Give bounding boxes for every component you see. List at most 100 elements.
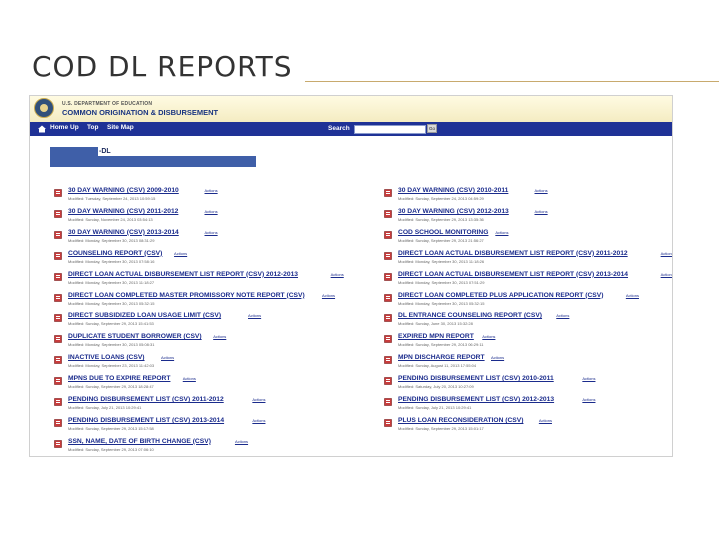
report-actions-link[interactable]: Actions: [535, 209, 548, 214]
report-actions-link[interactable]: Actions: [482, 334, 495, 339]
report-actions-link[interactable]: Actions: [535, 188, 548, 193]
report-entry: COUNSELING REPORT (CSV) Actions Modified…: [54, 250, 354, 272]
report-link[interactable]: 30 DAY WARNING (CSV) 2013-2014: [68, 229, 179, 236]
nav-sitemap-link[interactable]: Site Map: [107, 124, 134, 131]
nav-up-link[interactable]: Up: [70, 124, 79, 131]
report-link[interactable]: DUPLICATE STUDENT BORROWER (CSV): [68, 333, 202, 340]
report-link[interactable]: DIRECT LOAN ACTUAL DISBURSEMENT LIST REP…: [68, 271, 298, 278]
report-link[interactable]: DIRECT LOAN COMPLETED PLUS APPLICATION R…: [398, 292, 603, 299]
report-modified-date: Modified: Sunday, July 21, 2013 10:29:41: [398, 405, 472, 410]
report-modified-date: Modified: Monday, September 30, 2013 11:…: [68, 279, 155, 285]
report-actions-link[interactable]: Actions: [556, 313, 569, 318]
report-link[interactable]: SSN, NAME, DATE OF BIRTH CHANGE (CSV): [68, 438, 211, 445]
report-actions-link[interactable]: Actions: [161, 355, 174, 360]
report-doc-icon: [54, 398, 62, 406]
report-entry: PENDING DISBURSEMENT LIST (CSV) 2012-201…: [384, 396, 672, 418]
report-link[interactable]: DIRECT LOAN ACTUAL DISBURSEMENT LIST REP…: [398, 271, 628, 278]
report-actions-link[interactable]: Actions: [213, 334, 226, 339]
department-name: U.S. DEPARTMENT OF EDUCATION: [62, 101, 153, 107]
report-link[interactable]: DL ENTRANCE COUNSELING REPORT (CSV): [398, 312, 542, 319]
slide-title: COD DL REPORTS: [32, 50, 293, 83]
report-link[interactable]: 30 DAY WARNING (CSV) 2010-2011: [398, 187, 508, 194]
report-entry: DUPLICATE STUDENT BORROWER (CSV) Actions…: [54, 333, 354, 355]
report-actions-link[interactable]: Actions: [174, 251, 187, 256]
report-entry: DIRECT LOAN COMPLETED PLUS APPLICATION R…: [384, 292, 672, 314]
report-modified-date: Modified: Monday, September 30, 2013 05:…: [68, 342, 155, 348]
report-modified-date: Modified: Sunday, September 29, 2013 15:…: [68, 425, 154, 431]
search-label: Search: [328, 125, 350, 132]
report-link[interactable]: INACTIVE LOANS (CSV): [68, 354, 145, 361]
report-modified-date: Modified: Monday, September 30, 2013 05:…: [398, 300, 485, 306]
report-modified-date: Modified: Monday, September 30, 2013 05:…: [68, 300, 155, 306]
report-actions-link[interactable]: Actions: [205, 230, 218, 235]
report-actions-link[interactable]: Actions: [248, 313, 261, 318]
report-modified-date: Modified: Sunday, September 29, 2013 15:…: [398, 425, 484, 431]
report-actions-link[interactable]: Actions: [322, 293, 335, 298]
report-doc-icon: [384, 210, 392, 218]
report-modified-date: Modified: Sunday, June 30, 2013 15:32:28: [398, 321, 473, 327]
report-actions-link[interactable]: Actions: [252, 397, 265, 402]
report-link[interactable]: 30 DAY WARNING (CSV) 2009-2010: [68, 187, 179, 194]
report-doc-icon: [384, 293, 392, 302]
report-doc-icon: [384, 251, 392, 260]
nav-home-link[interactable]: Home: [50, 124, 68, 131]
report-link[interactable]: MPNS DUE TO EXPIRE REPORT: [68, 375, 170, 382]
report-doc-icon: [54, 293, 62, 302]
report-entry: 30 DAY WARNING (CSV) 2011-2012 Actions M…: [54, 208, 354, 230]
report-doc-icon: [54, 377, 62, 385]
report-link[interactable]: MPN DISCHARGE REPORT: [398, 354, 485, 361]
cod-website-screenshot: U.S. DEPARTMENT OF EDUCATION COMMON ORIG…: [29, 95, 673, 457]
report-entry: PENDING DISBURSEMENT LIST (CSV) 2011-201…: [54, 396, 354, 418]
report-link[interactable]: PENDING DISBURSEMENT LIST (CSV) 2013-201…: [68, 417, 224, 424]
report-actions-link[interactable]: Actions: [626, 293, 639, 298]
report-entry: DIRECT LOAN ACTUAL DISBURSEMENT LIST REP…: [384, 250, 672, 272]
report-link[interactable]: PLUS LOAN RECONSIDERATION (CSV): [398, 417, 523, 424]
report-actions-link[interactable]: Actions: [495, 230, 508, 235]
report-entry: DIRECT SUBSIDIZED LOAN USAGE LIMIT (CSV)…: [54, 312, 354, 334]
report-entry: 30 DAY WARNING (CSV) 2013-2014 Actions M…: [54, 229, 354, 251]
report-actions-link[interactable]: Actions: [205, 209, 218, 214]
nav-top-link[interactable]: Top: [87, 124, 98, 131]
report-actions-link[interactable]: Actions: [661, 272, 672, 277]
go-button[interactable]: Go: [427, 124, 437, 133]
report-link[interactable]: DIRECT LOAN COMPLETED MASTER PROMISSORY …: [68, 292, 305, 299]
report-doc-icon: [384, 230, 392, 239]
report-link[interactable]: 30 DAY WARNING (CSV) 2012-2013: [398, 208, 509, 215]
report-actions-link[interactable]: Actions: [582, 397, 595, 402]
report-link[interactable]: PENDING DISBURSEMENT LIST (CSV) 2011-201…: [68, 396, 224, 403]
site-banner: U.S. DEPARTMENT OF EDUCATION COMMON ORIG…: [30, 96, 672, 122]
report-actions-link[interactable]: Actions: [582, 376, 595, 381]
report-actions-link[interactable]: Actions: [331, 272, 344, 277]
report-actions-link[interactable]: Actions: [491, 355, 504, 360]
report-link[interactable]: COUNSELING REPORT (CSV): [68, 250, 162, 257]
report-modified-date: Modified: Sunday, November 24, 2013 03:5…: [68, 216, 153, 222]
report-actions-link[interactable]: Actions: [661, 251, 672, 256]
report-modified-date: Modified: Sunday, September 24, 2013 04:…: [398, 196, 484, 201]
report-doc-icon: [384, 377, 392, 385]
report-link[interactable]: PENDING DISBURSEMENT LIST (CSV) 2012-201…: [398, 396, 554, 403]
report-link[interactable]: DIRECT SUBSIDIZED LOAN USAGE LIMIT (CSV): [68, 312, 221, 319]
report-link[interactable]: DIRECT LOAN ACTUAL DISBURSEMENT LIST REP…: [398, 250, 628, 257]
report-modified-date: Modified: Monday, September 30, 2013 07:…: [68, 258, 155, 264]
report-actions-link[interactable]: Actions: [252, 418, 265, 423]
report-actions-link[interactable]: Actions: [235, 439, 248, 444]
report-entry: MPNS DUE TO EXPIRE REPORT Actions Modifi…: [54, 375, 354, 397]
top-nav-bar: Home Up Top Site Map Search Go: [30, 122, 672, 136]
report-entry: 30 DAY WARNING (CSV) 2010-2011 Actions M…: [384, 187, 672, 209]
report-link[interactable]: COD SCHOOL MONITORING: [398, 229, 488, 236]
report-entry: PLUS LOAN RECONSIDERATION (CSV) Actions …: [384, 417, 672, 439]
report-doc-icon: [54, 314, 62, 323]
report-actions-link[interactable]: Actions: [205, 188, 218, 193]
report-actions-link[interactable]: Actions: [539, 418, 552, 423]
report-modified-date: Modified: Sunday, September 29, 2013 07:…: [68, 446, 154, 452]
search-input[interactable]: [354, 125, 426, 134]
report-link[interactable]: 30 DAY WARNING (CSV) 2011-2012: [68, 208, 178, 215]
report-modified-date: Modified: Sunday, September 29, 2013 21:…: [398, 237, 484, 243]
report-link[interactable]: PENDING DISBURSEMENT LIST (CSV) 2010-201…: [398, 375, 554, 382]
home-icon[interactable]: [38, 125, 46, 133]
report-link[interactable]: EXPIRED MPN REPORT: [398, 333, 474, 340]
report-modified-date: Modified: Monday, September 30, 2013 07:…: [398, 279, 485, 285]
report-modified-date: Modified: Sunday, July 21, 2013 10:29:41: [68, 405, 142, 410]
report-actions-link[interactable]: Actions: [183, 376, 196, 381]
report-modified-date: Modified: Sunday, August 11, 2013 17:55:…: [398, 363, 477, 369]
